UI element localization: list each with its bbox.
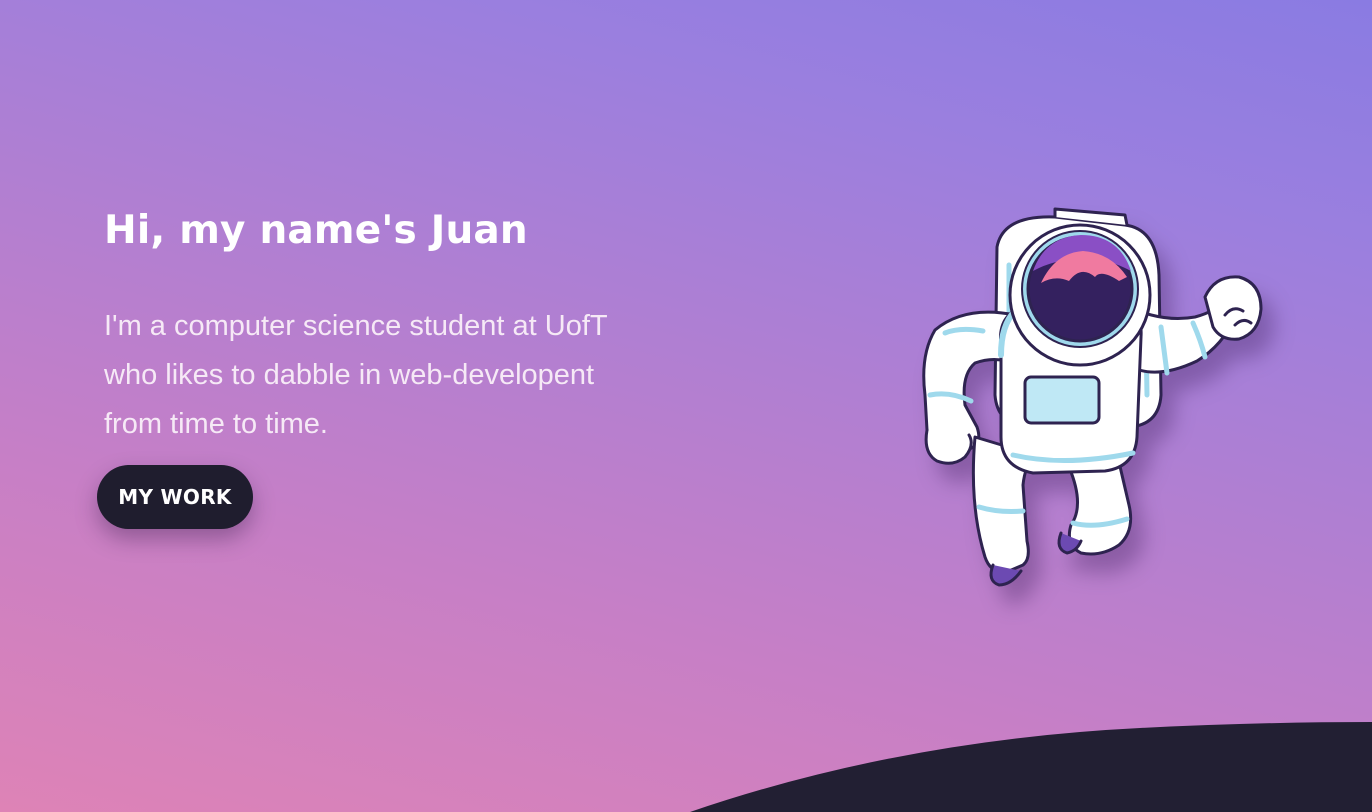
hero-description-line: who likes to dabble in web-developent: [104, 359, 595, 391]
planet-horizon: [690, 722, 1372, 812]
hero-description: I'm a computer science student at UofT w…: [104, 302, 684, 449]
hero-section: Hi, my name's Juan I'm a computer scienc…: [0, 0, 1372, 812]
hero-description-line: from time to time.: [104, 408, 328, 440]
my-work-button[interactable]: MY WORK: [97, 465, 253, 529]
hero-title: Hi, my name's Juan: [104, 208, 528, 253]
hero-description-line: I'm a computer science student at UofT: [104, 310, 608, 342]
astronaut-icon: [922, 207, 1263, 587]
